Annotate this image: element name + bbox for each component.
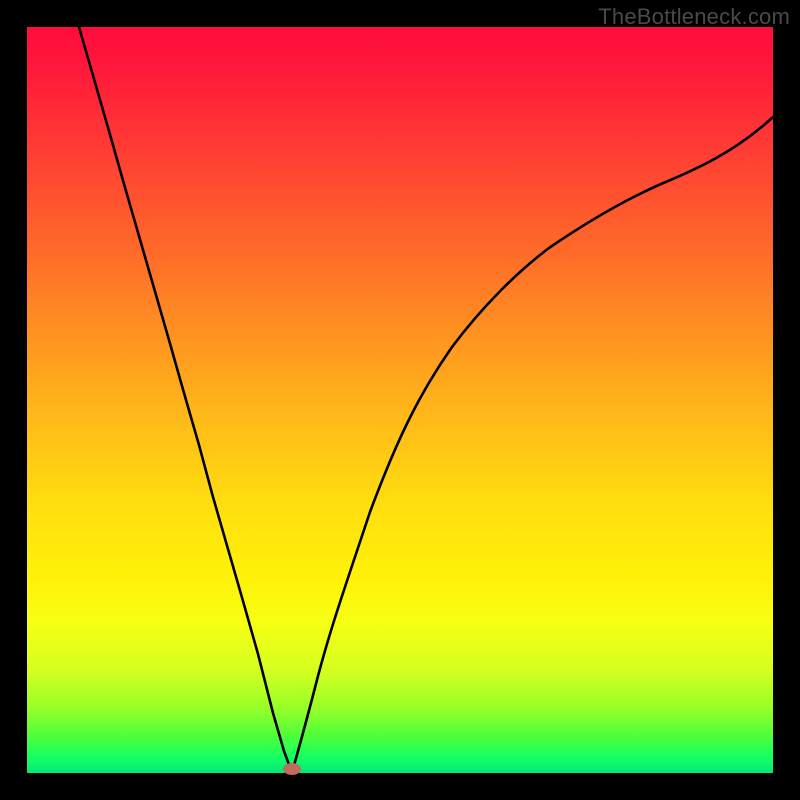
minimum-marker	[283, 763, 301, 775]
curve-right-branch	[292, 117, 773, 773]
watermark-text: TheBottleneck.com	[598, 4, 790, 30]
chart-frame: TheBottleneck.com	[0, 0, 800, 800]
bottleneck-curve	[27, 27, 773, 773]
plot-area	[27, 27, 773, 773]
curve-left-branch	[79, 27, 292, 773]
